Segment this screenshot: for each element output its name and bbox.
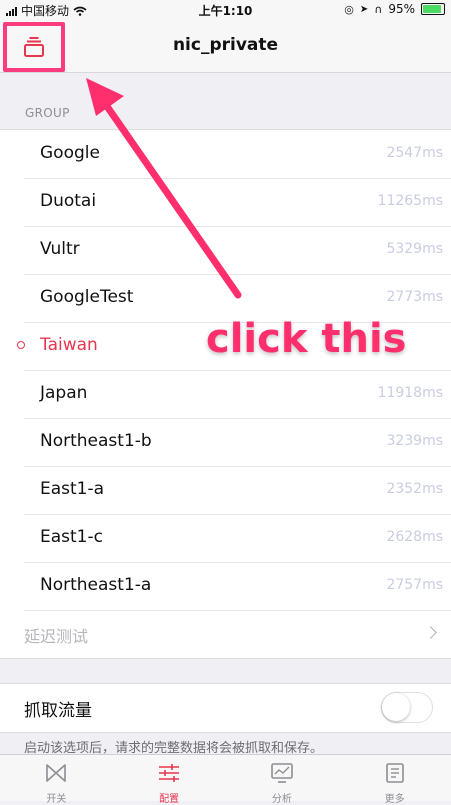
group-section-header: GROUP [25,106,70,120]
group-row-vultr[interactable]: Vultr 5329ms [0,226,451,274]
location-icon: ➤ [359,3,369,15]
group-row-google[interactable]: Google 2547ms [0,130,451,178]
battery-percent: 95% [388,2,415,16]
group-name: Taiwan [40,335,98,355]
group-name: GoogleTest [40,287,134,307]
stacked-cards-icon[interactable] [22,34,46,58]
group-name: Japan [40,383,88,403]
group-name: Vultr [40,239,80,259]
headphones-icon: ∩ [374,2,383,16]
status-bar: 中国移动 上午1:10 ◎ ➤ ∩ 95% [0,0,451,20]
group-latency: 11918ms [377,385,443,401]
document-icon [385,763,404,783]
bowtie-icon [46,764,67,782]
tab-switch[interactable]: 开关 [0,755,113,805]
capture-traffic-toggle[interactable] [381,692,433,723]
latency-test-label: 延迟测试 [24,627,89,646]
annotation-label: click this [205,315,407,363]
monitor-icon [271,763,293,783]
group-latency: 5329ms [386,241,443,257]
page-title: nic_private [172,35,279,55]
tab-label: 更多 [384,794,405,805]
group-name: Duotai [40,191,97,211]
status-right: ◎ ➤ ∩ 95% [344,2,445,16]
group-latency: 2757ms [386,577,443,593]
capture-traffic-label: 抓取流量 [24,701,92,721]
group-latency: 3239ms [386,433,443,449]
sliders-icon [159,764,180,782]
group-name: Northeast1-a [40,575,152,595]
tab-analysis[interactable]: 分析 [226,755,339,805]
toggle-knob [382,693,410,721]
tab-more[interactable]: 更多 [338,755,451,805]
group-latency: 2773ms [386,289,443,305]
group-row-east1-c[interactable]: East1-c 2628ms [0,514,451,562]
selected-indicator-icon [17,341,25,349]
nav-bar: nic_private [0,20,451,73]
tab-bar: 开关 配置 分析 更多 [0,754,451,805]
chevron-right-icon [424,626,437,639]
group-row-east1-a[interactable]: East1-a 2352ms [0,466,451,514]
group-row-northeast1-b[interactable]: Northeast1-b 3239ms [0,418,451,466]
group-row-japan[interactable]: Japan 11918ms [0,370,451,418]
group-row-northeast1-a[interactable]: Northeast1-a 2757ms [0,562,451,610]
group-name: East1-c [40,527,103,547]
group-latency: 2352ms [386,481,443,497]
lock-rotation-icon: ◎ [344,2,354,16]
group-row-duotai[interactable]: Duotai 11265ms [0,178,451,226]
tab-config[interactable]: 配置 [113,755,226,805]
group-latency: 2628ms [386,529,443,545]
group-name: East1-a [40,479,105,499]
capture-traffic-row: 抓取流量 [0,683,451,733]
group-list: Google 2547ms Duotai 11265ms Vultr 5329m… [0,129,451,659]
group-latency: 11265ms [377,193,443,209]
battery-icon [421,3,445,15]
group-name: Northeast1-b [40,431,152,451]
tab-label: 分析 [271,794,292,805]
tab-label: 配置 [159,794,180,805]
tab-label: 开关 [46,794,67,805]
group-row-googletest[interactable]: GoogleTest 2773ms [0,274,451,322]
group-name: Google [40,143,100,163]
latency-test-row[interactable]: 延迟测试 [0,610,451,658]
group-latency: 2547ms [386,145,443,161]
